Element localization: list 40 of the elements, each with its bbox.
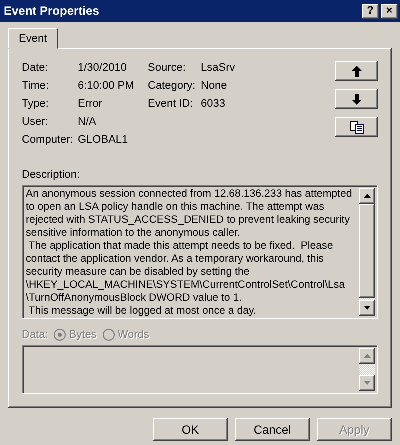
field-label: Source: bbox=[148, 61, 187, 75]
field-value: GLOBAL1 bbox=[78, 133, 130, 147]
copy-icon bbox=[350, 120, 364, 134]
field-label: User: bbox=[22, 115, 50, 129]
field-label: Date: bbox=[22, 61, 50, 75]
field-label: Event ID: bbox=[148, 97, 194, 111]
field-label: Computer: bbox=[22, 133, 74, 147]
scrollbar[interactable] bbox=[359, 188, 375, 316]
field-value: LsaSrv bbox=[201, 61, 236, 75]
scroll-up-icon bbox=[364, 354, 370, 358]
close-button[interactable]: × bbox=[381, 4, 398, 18]
scroll-up-icon bbox=[364, 194, 370, 198]
field-value: 6:10:00 PM bbox=[78, 79, 136, 93]
data-box[interactable] bbox=[22, 345, 378, 394]
ok-button[interactable]: OK bbox=[153, 418, 228, 441]
scroll-down-icon bbox=[364, 306, 370, 310]
tab[interactable]: Event bbox=[8, 28, 58, 49]
up-arrow-icon bbox=[352, 66, 362, 76]
field-value: 6033 bbox=[201, 97, 226, 111]
scrollbar[interactable] bbox=[359, 348, 375, 391]
previous-button[interactable] bbox=[335, 61, 378, 81]
field-value: 1/30/2010 bbox=[78, 61, 128, 75]
description-label: Description: bbox=[22, 169, 82, 181]
window-title: Event Properties bbox=[4, 4, 100, 18]
field-value: None bbox=[201, 79, 228, 93]
down-arrow-icon bbox=[352, 94, 362, 104]
field-label: Category: bbox=[148, 79, 197, 93]
cancel-button[interactable]: Cancel bbox=[235, 418, 310, 441]
help-button[interactable]: ? bbox=[362, 4, 379, 18]
data-label: Data: bbox=[22, 329, 48, 341]
field-value: N/A bbox=[78, 115, 98, 129]
radio-label: Words bbox=[118, 329, 150, 341]
copy-button[interactable] bbox=[335, 117, 378, 137]
scroll-down-icon bbox=[364, 381, 370, 385]
field-label: Time: bbox=[22, 79, 50, 93]
next-button[interactable] bbox=[335, 89, 378, 109]
radio-label: Bytes bbox=[69, 329, 97, 341]
field-label: Type: bbox=[22, 97, 50, 111]
description-text: An anonymous session connected from 12.68.136.233 has attempted to open an LSA policy handle on this machine. The attempt was rejected with STATUS_ACCESS_DENIED to prevent leaking security sensitive information to the anonymous caller. The application that made this attempt needs to be fixed. Please contact the application vendor. As a temporary workaround, this security measure can be disabled by setting the \HKEY_LOCAL_MACHINE\SYSTEM\CurrentControlSet\Control\Lsa \TurnOffAnonymousBlock DWORD value to 1. This message will be logged at most once a day. bbox=[25, 188, 354, 316]
field-value: Error bbox=[78, 97, 104, 111]
